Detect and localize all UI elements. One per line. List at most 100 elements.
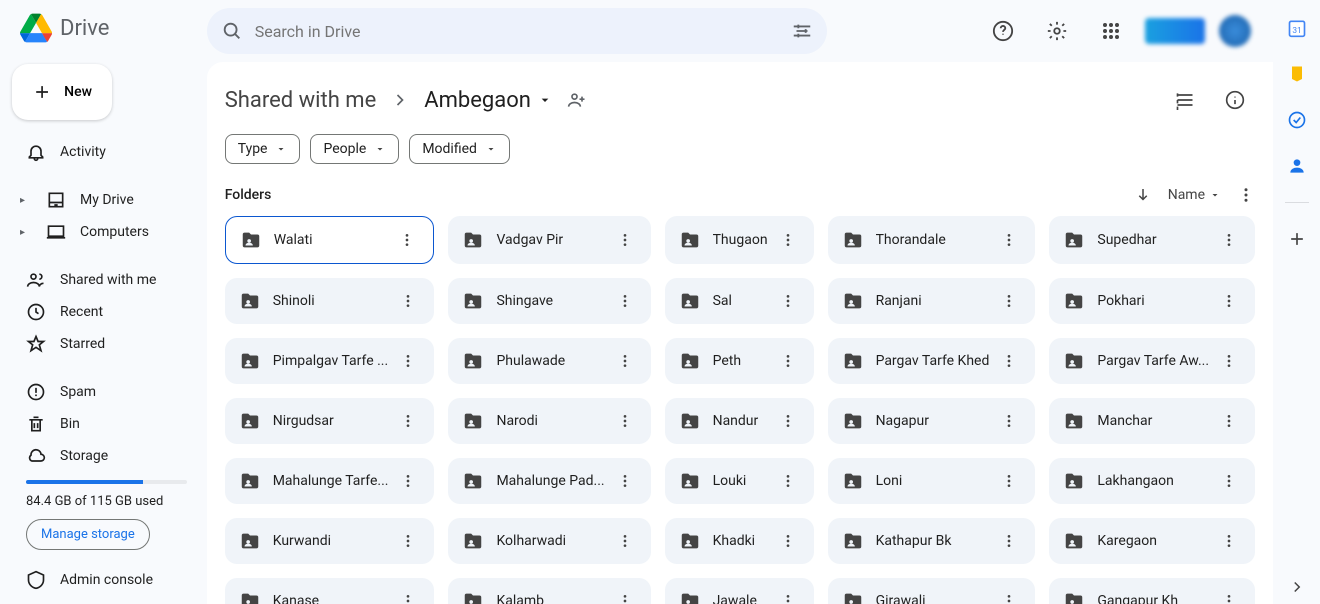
folder-item[interactable]: Mahalunge Pad... <box>448 458 650 504</box>
tasks-app-icon[interactable] <box>1287 110 1307 130</box>
folder-item[interactable]: Pimpalgav Tarfe ... <box>225 338 435 384</box>
folder-more-button[interactable] <box>780 593 808 604</box>
nav-starred[interactable]: Starred <box>0 328 195 360</box>
folder-more-button[interactable] <box>780 533 808 549</box>
settings-button[interactable] <box>1037 11 1077 51</box>
contacts-app-icon[interactable] <box>1287 156 1307 176</box>
folder-more-button[interactable] <box>1001 413 1029 429</box>
help-button[interactable] <box>983 11 1023 51</box>
folder-item[interactable]: Kathapur Bk <box>828 518 1036 564</box>
folder-item[interactable]: Nagapur <box>828 398 1036 444</box>
folder-item[interactable]: Nirgudsar <box>225 398 435 444</box>
arrow-down-icon[interactable] <box>1134 186 1152 204</box>
folder-item[interactable]: Kalamb <box>448 578 650 604</box>
folder-more-button[interactable] <box>780 413 808 429</box>
details-button[interactable] <box>1215 80 1255 120</box>
folder-more-button[interactable] <box>617 473 645 489</box>
folder-more-button[interactable] <box>780 473 808 489</box>
folder-more-button[interactable] <box>617 413 645 429</box>
folder-more-button[interactable] <box>1001 533 1029 549</box>
add-app-icon[interactable] <box>1287 229 1307 249</box>
folder-item[interactable]: Kanase <box>225 578 435 604</box>
search-input[interactable] <box>255 22 779 41</box>
folder-item[interactable]: Lakhangaon <box>1049 458 1255 504</box>
nav-admin-console[interactable]: Admin console <box>0 556 207 604</box>
folder-item[interactable]: Supedhar <box>1049 216 1255 264</box>
manage-storage-button[interactable]: Manage storage <box>26 519 150 550</box>
breadcrumb-root[interactable]: Shared with me <box>225 88 377 113</box>
folder-item[interactable]: Khadki <box>665 518 814 564</box>
folder-more-button[interactable] <box>780 353 808 369</box>
breadcrumb-current[interactable]: Ambegaon <box>424 88 553 113</box>
folder-more-button[interactable] <box>400 293 428 309</box>
folder-more-button[interactable] <box>399 232 427 248</box>
folder-more-button[interactable] <box>1221 533 1249 549</box>
avatar[interactable] <box>1219 15 1251 47</box>
folder-more-button[interactable] <box>1221 413 1249 429</box>
folder-more-button[interactable] <box>1001 593 1029 604</box>
folder-item[interactable]: Narodi <box>448 398 650 444</box>
nav-spam[interactable]: Spam <box>0 376 195 408</box>
folder-more-button[interactable] <box>400 473 428 489</box>
folder-item[interactable]: Sal <box>665 278 814 324</box>
new-button[interactable]: New <box>12 64 112 120</box>
folder-item[interactable]: Nandur <box>665 398 814 444</box>
filter-type[interactable]: Type <box>225 134 301 164</box>
folder-item[interactable]: Thugaon <box>665 216 814 264</box>
folder-item[interactable]: Thorandale <box>828 216 1036 264</box>
folder-item[interactable]: Karegaon <box>1049 518 1255 564</box>
folder-item[interactable]: Mahalunge Tarfe... <box>225 458 435 504</box>
more-vert-icon[interactable] <box>1237 186 1255 204</box>
folder-item[interactable]: Louki <box>665 458 814 504</box>
folder-more-button[interactable] <box>1221 473 1249 489</box>
folder-item[interactable]: Girawali <box>828 578 1036 604</box>
calendar-app-icon[interactable]: 31 <box>1287 18 1307 38</box>
search-bar[interactable] <box>207 8 827 54</box>
nav-bin[interactable]: Bin <box>0 408 195 440</box>
folder-item[interactable]: Manchar <box>1049 398 1255 444</box>
folder-more-button[interactable] <box>617 593 645 604</box>
folder-more-button[interactable] <box>1001 293 1029 309</box>
apps-button[interactable] <box>1091 11 1131 51</box>
folder-item[interactable]: Shingave <box>448 278 650 324</box>
nav-computers[interactable]: ▸ Computers <box>0 216 195 248</box>
folder-item[interactable]: Gangapur Kh <box>1049 578 1255 604</box>
folder-item[interactable]: Phulawade <box>448 338 650 384</box>
folder-more-button[interactable] <box>400 533 428 549</box>
folder-more-button[interactable] <box>617 353 645 369</box>
folder-item[interactable]: Peth <box>665 338 814 384</box>
filter-modified[interactable]: Modified <box>409 134 510 164</box>
folder-more-button[interactable] <box>1221 353 1249 369</box>
folder-more-button[interactable] <box>1001 232 1029 248</box>
folder-more-button[interactable] <box>1001 473 1029 489</box>
folder-more-button[interactable] <box>780 232 808 248</box>
nav-recent[interactable]: Recent <box>0 296 195 328</box>
nav-storage[interactable]: Storage <box>0 440 195 472</box>
folder-more-button[interactable] <box>400 413 428 429</box>
view-toggle-button[interactable] <box>1165 80 1205 120</box>
folder-more-button[interactable] <box>617 293 645 309</box>
folder-more-button[interactable] <box>1221 293 1249 309</box>
folder-item[interactable]: Ranjani <box>828 278 1036 324</box>
sort-button[interactable]: Name <box>1168 187 1221 203</box>
folder-more-button[interactable] <box>400 593 428 604</box>
keep-app-icon[interactable] <box>1287 64 1307 84</box>
filter-people[interactable]: People <box>310 134 399 164</box>
nav-my-drive[interactable]: ▸ My Drive <box>0 184 195 216</box>
folder-more-button[interactable] <box>1221 593 1249 604</box>
folder-more-button[interactable] <box>617 232 645 248</box>
nav-activity[interactable]: Activity <box>0 136 195 168</box>
folder-more-button[interactable] <box>1001 353 1029 369</box>
folder-item[interactable]: Walati <box>225 216 435 264</box>
nav-shared-with-me[interactable]: Shared with me <box>0 264 195 296</box>
folder-item[interactable]: Pargav Tarfe Aw... <box>1049 338 1255 384</box>
search-options-icon[interactable] <box>791 20 813 42</box>
folder-item[interactable]: Jawale <box>665 578 814 604</box>
folder-item[interactable]: Pokhari <box>1049 278 1255 324</box>
collapse-panel-icon[interactable] <box>1287 584 1307 604</box>
folder-item[interactable]: Shinoli <box>225 278 435 324</box>
folder-item[interactable]: Kolharwadi <box>448 518 650 564</box>
folder-more-button[interactable] <box>400 353 428 369</box>
folder-more-button[interactable] <box>617 533 645 549</box>
folder-item[interactable]: Kurwandi <box>225 518 435 564</box>
